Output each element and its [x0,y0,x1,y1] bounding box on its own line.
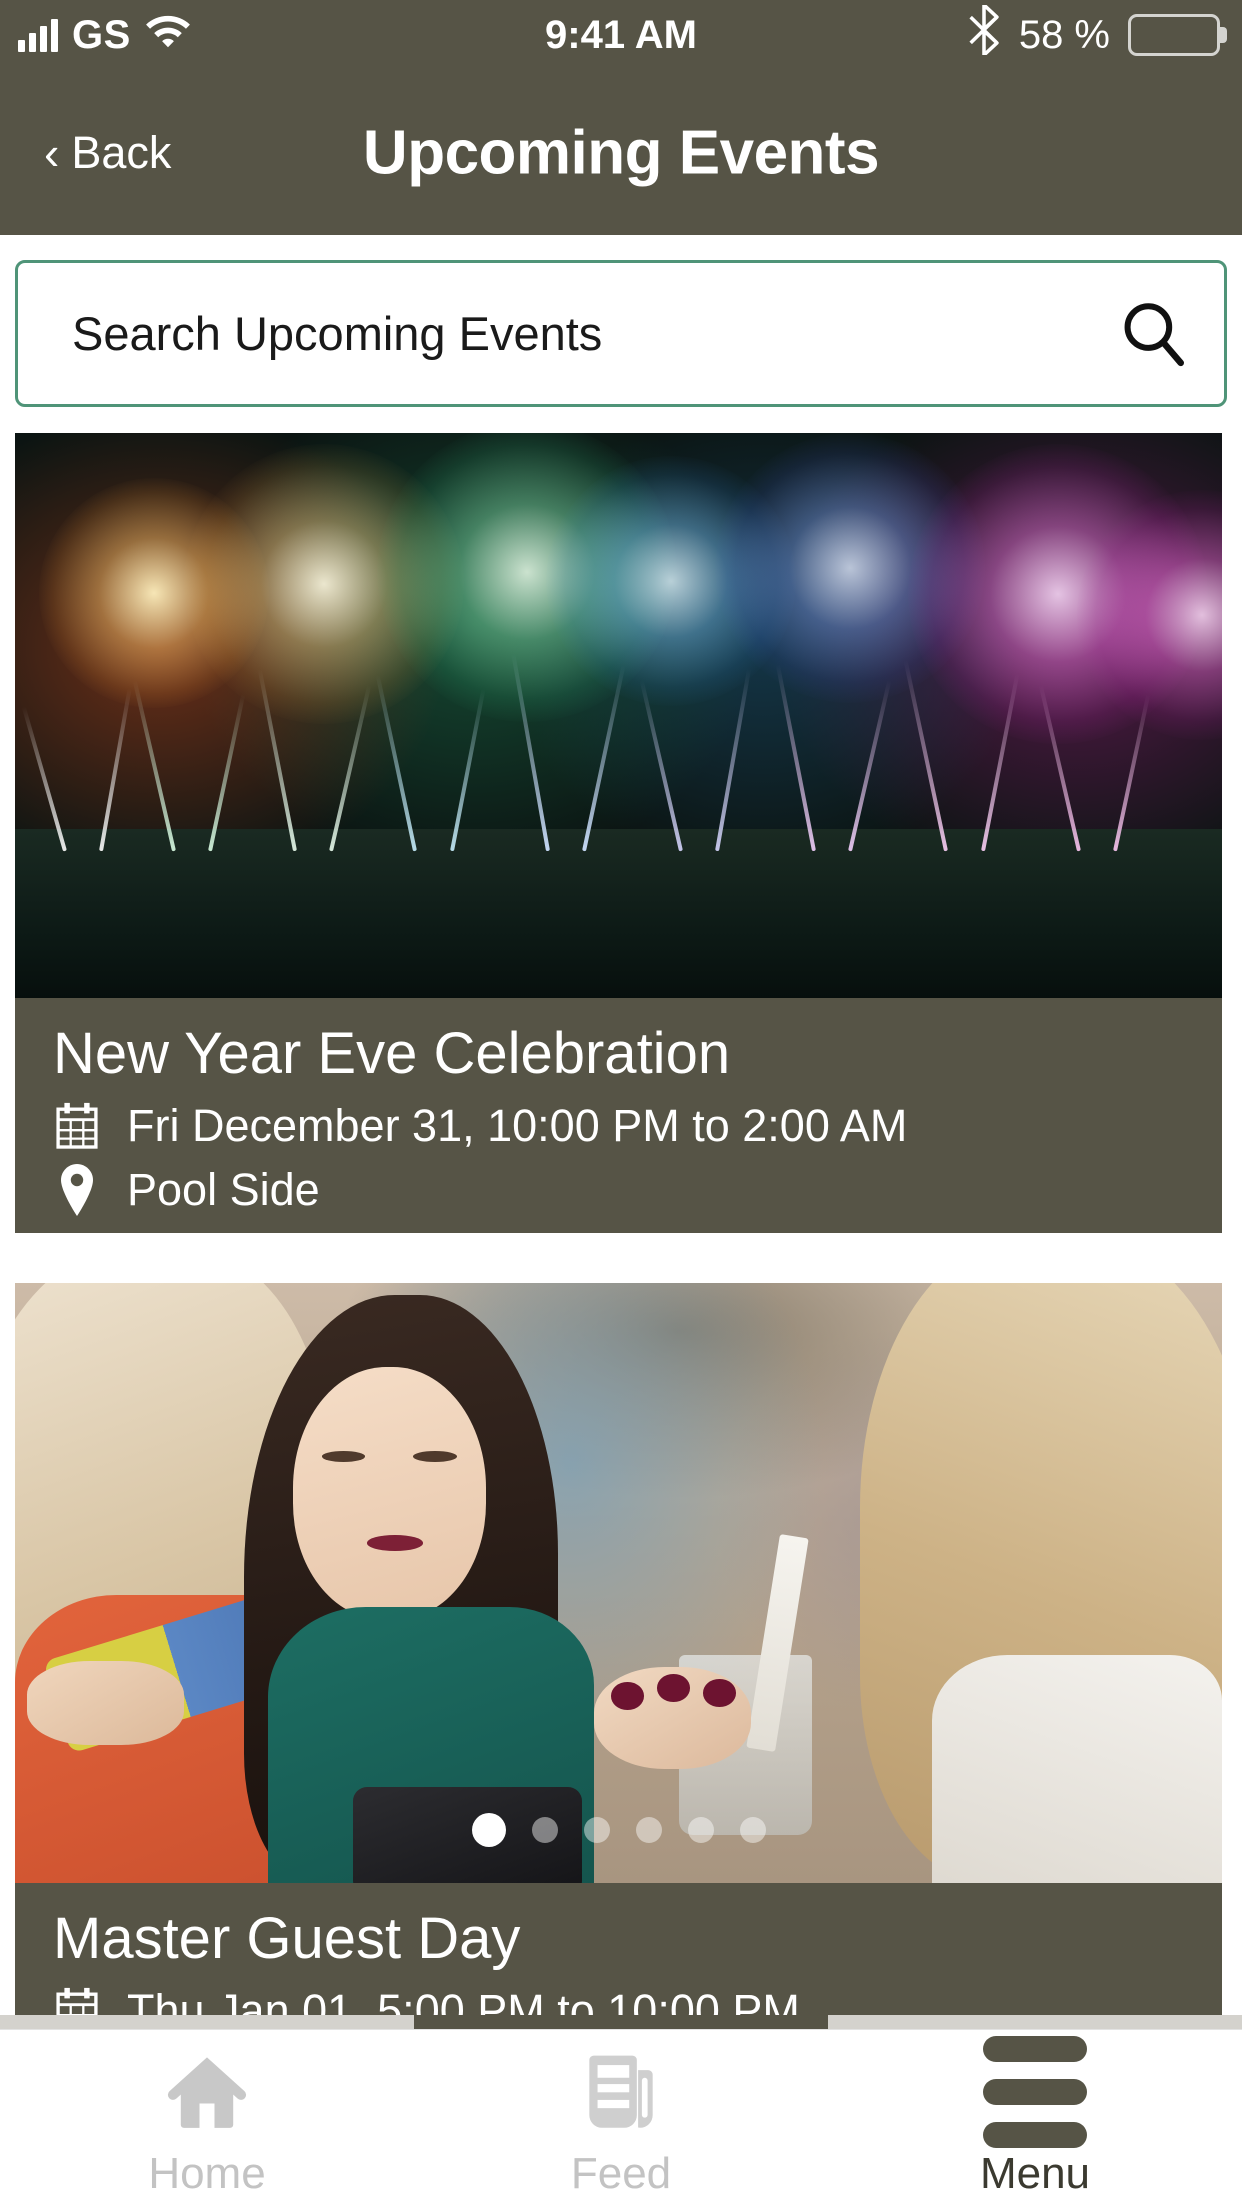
carousel-dot[interactable] [471,1813,506,1847]
app-screen: GS 9:41 AM 58 % ‹ Back Upcoming Events S… [0,0,1242,2208]
tab-menu[interactable]: Menu [828,2030,1242,2208]
tab-feed[interactable]: Feed [414,2030,828,2208]
home-icon [166,2049,248,2135]
event-card[interactable]: Master Guest Day Thu Jan 01. 5:00 PM to … [15,1283,1222,2031]
calendar-icon [53,1098,101,1154]
battery-icon [1128,14,1227,56]
carousel-dot[interactable] [687,1817,714,1843]
event-date: Fri December 31, 10:00 PM to 2:00 AM [127,1100,908,1152]
tab-home[interactable]: Home [0,2030,414,2208]
search-input[interactable] [72,306,1116,361]
bluetooth-icon [967,3,1001,65]
feed-icon [583,2049,659,2135]
search-icon[interactable] [1116,297,1190,371]
event-photo-party [15,1283,1222,1907]
event-location-row: Pool Side [53,1162,1184,1218]
search-box[interactable] [15,260,1227,407]
tab-menu-label: Menu [979,2149,1091,2198]
event-info: New Year Eve Celebration Fri December 31… [15,998,1222,1233]
battery-percent-label: 58 % [1018,12,1110,57]
search-bar [15,260,1227,407]
carousel-dot[interactable] [635,1817,662,1843]
event-card[interactable]: New Year Eve Celebration Fri December 31… [15,433,1222,1233]
bottom-tab-bar: Home Feed Menu [0,2029,1242,2208]
tab-home-label: Home [148,2149,266,2198]
event-info: Master Guest Day Thu Jan 01. 5:00 PM to … [15,1883,1222,2031]
carousel-dot[interactable] [531,1817,558,1843]
tab-feed-label: Feed [570,2149,672,2198]
event-location: Pool Side [127,1164,320,1216]
status-bar: GS 9:41 AM 58 % [0,0,1242,70]
event-title: New Year Eve Celebration [53,1021,731,1086]
scrollbar-thumb[interactable] [414,2015,828,2029]
hamburger-menu-icon [983,2036,1087,2148]
navigation-bar: ‹ Back Upcoming Events [0,70,1242,235]
page-title: Upcoming Events [362,118,880,187]
horizontal-scrollbar[interactable] [0,2015,1242,2029]
carousel-dot[interactable] [583,1817,610,1843]
carousel-dot[interactable] [739,1817,766,1843]
event-date-row: Fri December 31, 10:00 PM to 2:00 AM [53,1098,1184,1154]
status-bar-right: 58 % [967,3,1227,65]
event-title: Master Guest Day [53,1906,521,1971]
map-pin-icon [53,1162,101,1218]
carousel-dots[interactable] [471,1813,766,1847]
event-photo-fireworks [15,433,1222,998]
